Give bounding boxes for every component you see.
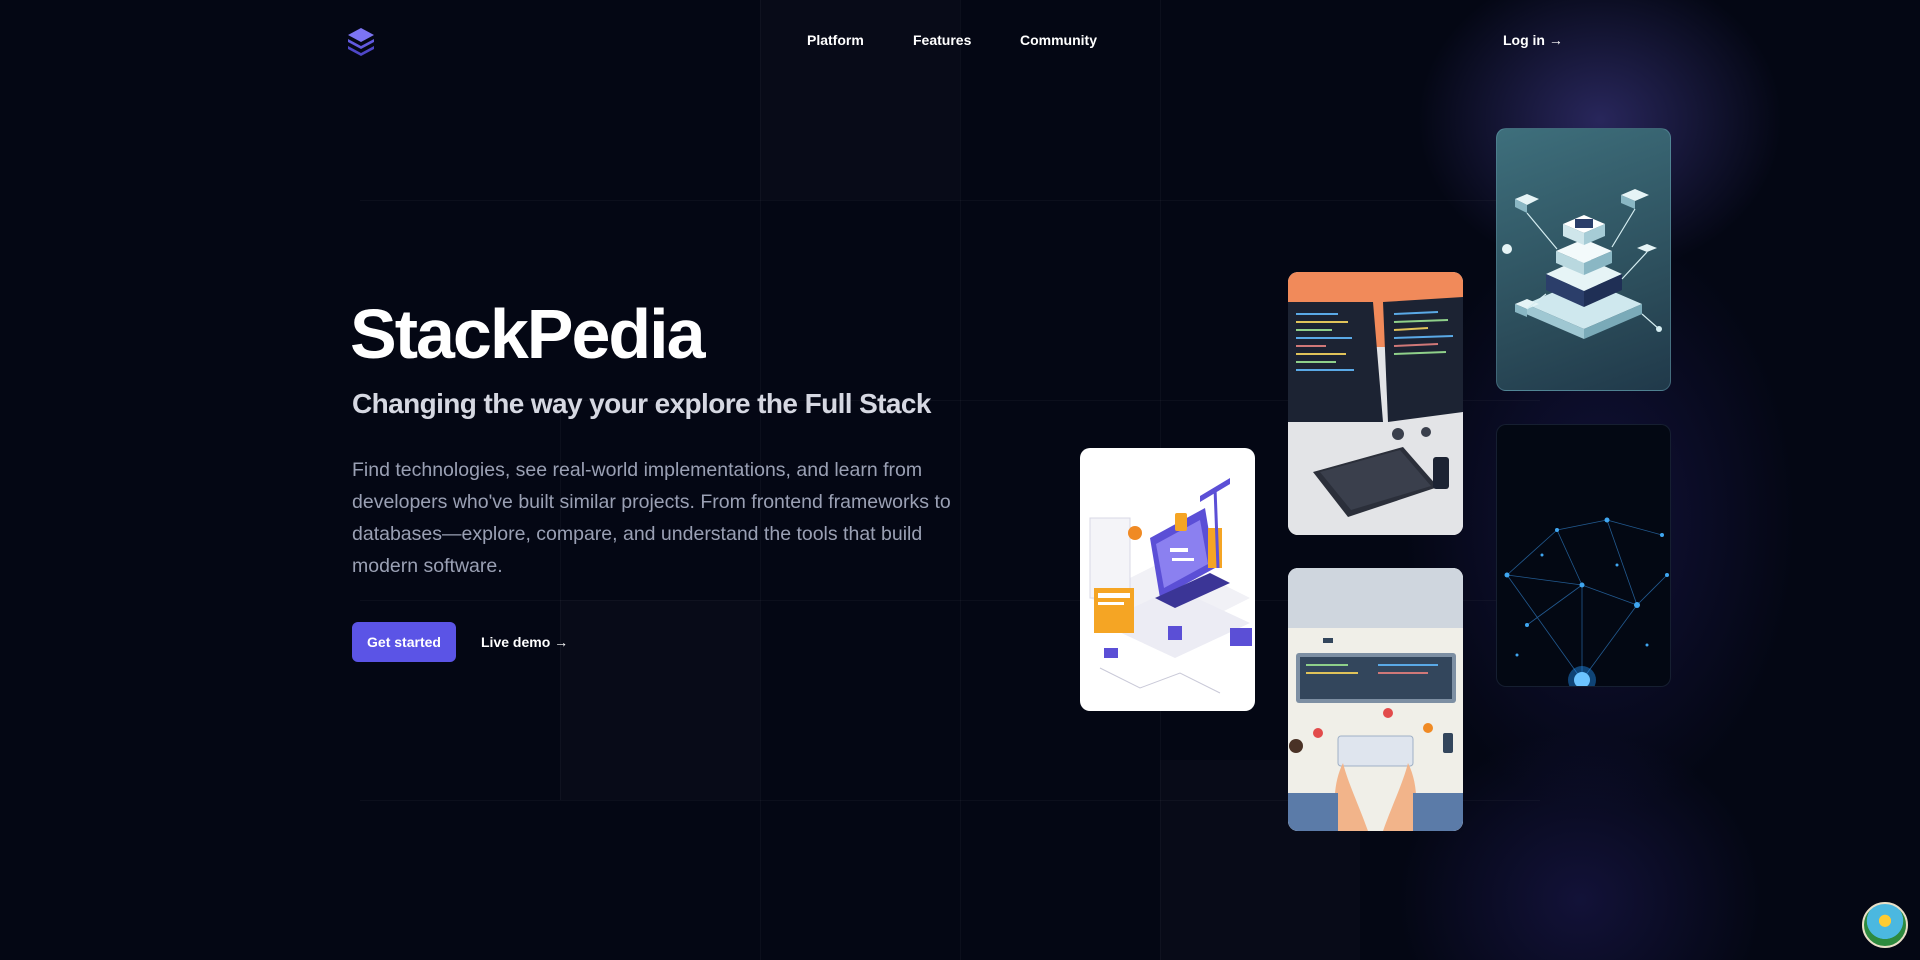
get-started-button[interactable]: Get started (352, 622, 456, 662)
nav-platform[interactable]: Platform (807, 28, 864, 52)
gallery-image-isometric-workspace (1080, 448, 1255, 711)
hero-description: Find technologies, see real-world implem… (352, 459, 951, 577)
gallery-image-laptop-typing (1288, 568, 1463, 831)
live-demo-link[interactable]: Live demo → (481, 630, 568, 654)
nav-community[interactable]: Community (1020, 28, 1097, 52)
grid-line (360, 200, 1540, 201)
nav-features[interactable]: Features (913, 28, 971, 52)
gallery-image-network-nodes (1496, 424, 1671, 687)
main-nav: Platform Features Community (0, 28, 1920, 52)
login-link[interactable]: Log in → (1503, 28, 1563, 52)
page-title: StackPedia (350, 295, 706, 373)
gallery-image-server-stack (1496, 128, 1671, 391)
beach-avatar-icon[interactable] (1862, 902, 1908, 948)
grid-cell (560, 600, 760, 800)
hero-subtitle: Changing the way your explore the Full S… (352, 388, 931, 419)
gallery-image-dual-monitor-desk (1288, 272, 1463, 535)
